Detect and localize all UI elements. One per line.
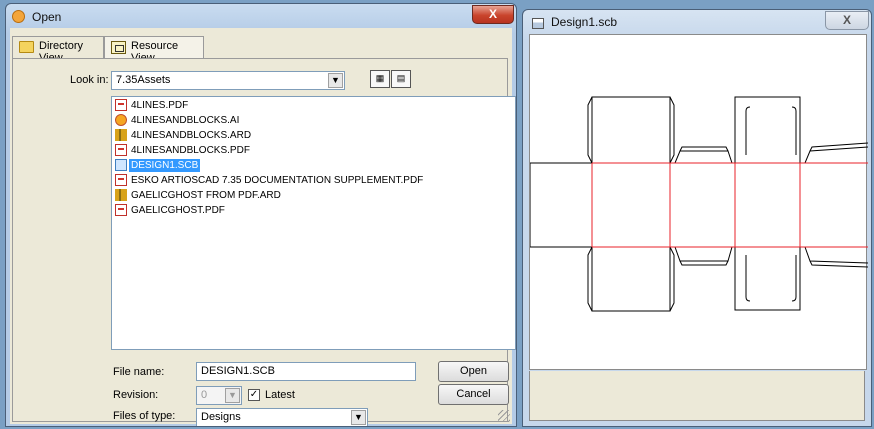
tab-directory-view[interactable]: Directory View	[12, 36, 104, 64]
file-name: 4LINES.PDF	[131, 100, 189, 111]
cut-line	[679, 146, 729, 152]
resize-grip[interactable]	[498, 410, 510, 422]
open-dialog-title: Open	[32, 10, 62, 24]
files-of-type-value: Designs	[201, 411, 241, 423]
revision-dropdown: 0 ▼	[196, 386, 242, 405]
cut-line	[587, 246, 593, 312]
file-name-field[interactable]: DESIGN1.SCB	[196, 362, 416, 381]
cut-line	[745, 106, 797, 155]
list-view-icon[interactable]: ▦	[370, 70, 390, 88]
open-dialog: Open X Directory View Resource View Look…	[5, 3, 517, 427]
files-of-type-dropdown[interactable]: Designs ▼	[196, 408, 368, 426]
document-icon	[532, 18, 544, 29]
file-list[interactable]: 4LINES.PDF 4LINESANDBLOCKS.AI 4LINESANDB…	[111, 96, 516, 350]
file-name: 4LINESANDBLOCKS.AI	[131, 115, 240, 126]
files-of-type-label: Files of type:	[113, 410, 176, 422]
open-button[interactable]: Open	[438, 361, 509, 382]
close-button[interactable]: X	[472, 5, 514, 24]
pdf-icon	[115, 204, 127, 216]
revision-label: Revision:	[113, 389, 159, 401]
cut-line	[745, 255, 797, 302]
latest-checkbox[interactable]: ✓	[248, 389, 260, 401]
chevron-down-icon: ▼	[225, 388, 240, 403]
box-design-drawing	[530, 96, 868, 312]
preview-title: Design1.scb	[551, 15, 618, 29]
file-name: DESIGN1.SCB	[129, 159, 201, 172]
artioscad-icon	[115, 129, 127, 141]
look-in-label: Look in:	[70, 74, 109, 86]
scb-icon	[115, 159, 127, 171]
cut-line	[809, 142, 868, 152]
file-name-value: DESIGN1.SCB	[201, 365, 275, 377]
open-dialog-body: Directory View Resource View Look in: 7.…	[10, 28, 516, 426]
cut-line	[679, 260, 729, 266]
pdf-icon	[115, 174, 127, 186]
cancel-button[interactable]: Cancel	[438, 384, 509, 405]
folder-icon	[19, 41, 34, 53]
revision-value: 0	[201, 389, 208, 401]
cut-line	[587, 96, 593, 164]
tab-resource-view[interactable]: Resource View	[104, 36, 204, 64]
chevron-down-icon[interactable]: ▼	[328, 73, 343, 88]
pdf-icon	[115, 99, 127, 111]
pdf-icon	[115, 144, 127, 156]
file-name: GAELICGHOST FROM PDF.ARD	[131, 190, 281, 201]
file-name-label: File name:	[113, 366, 165, 378]
details-view-icon[interactable]: ▤	[391, 70, 411, 88]
illustrator-icon	[115, 114, 127, 126]
look-in-dropdown[interactable]: 7.35Assets ▼	[111, 71, 345, 90]
design-canvas[interactable]	[529, 34, 868, 370]
file-name: ESKO ARTIOSCAD 7.35 DOCUMENTATION SUPPLE…	[131, 175, 424, 186]
cut-line	[530, 163, 868, 312]
preview-close-button[interactable]: X	[825, 11, 869, 30]
app-icon	[12, 10, 25, 23]
cut-line	[530, 96, 868, 164]
preview-status-area	[529, 371, 865, 421]
resource-icon	[111, 41, 126, 54]
cut-line	[669, 246, 675, 312]
file-name: 4LINESANDBLOCKS.ARD	[131, 130, 252, 141]
chevron-down-icon[interactable]: ▼	[351, 410, 366, 425]
cut-line	[669, 96, 675, 164]
preview-window: Design1.scb X	[522, 9, 872, 427]
artioscad-icon	[115, 189, 127, 201]
latest-label: Latest	[265, 389, 295, 401]
file-name: GAELICGHOST.PDF	[131, 205, 225, 216]
file-name: 4LINESANDBLOCKS.PDF	[131, 145, 250, 156]
look-in-value: 7.35Assets	[116, 74, 171, 86]
